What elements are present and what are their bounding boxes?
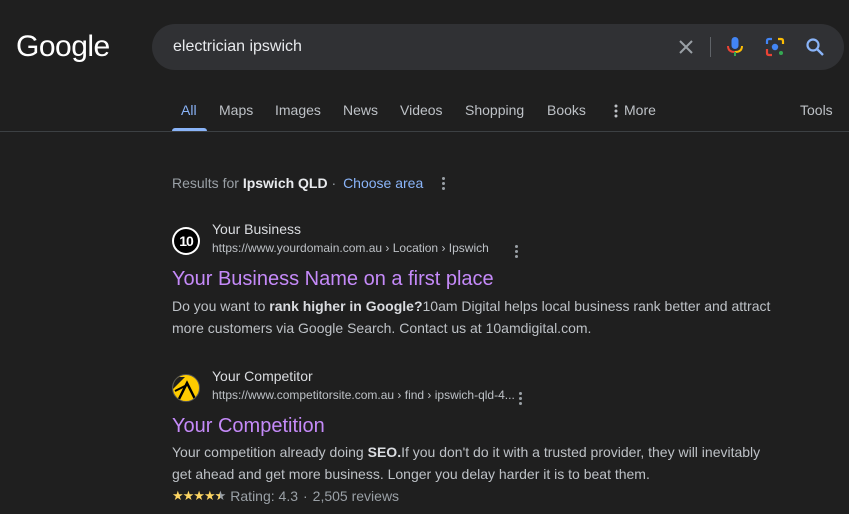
active-tab-indicator: [172, 128, 207, 131]
snippet-text: Do you want to: [172, 298, 270, 314]
result-title-link[interactable]: Your Competition: [172, 415, 325, 438]
tab-videos[interactable]: Videos: [400, 102, 443, 118]
snippet-text: Your competition already doing: [172, 444, 368, 460]
results-for-prefix: Results for: [172, 175, 239, 191]
search-input[interactable]: [173, 24, 653, 70]
search-divider: [710, 37, 711, 57]
microphone-icon[interactable]: [723, 35, 747, 59]
location-name: Ipswich QLD: [242, 175, 328, 191]
favicon-text: 10: [174, 229, 198, 253]
location-options-icon[interactable]: [440, 175, 448, 191]
tab-more-label: More: [624, 102, 656, 118]
snippet-bold: SEO.: [367, 444, 402, 460]
tab-books[interactable]: Books: [547, 102, 586, 118]
tab-shopping[interactable]: Shopping: [465, 102, 524, 118]
search-bar: [152, 24, 844, 70]
favicon-10am-icon: 10: [172, 227, 200, 255]
tab-maps[interactable]: Maps: [219, 102, 253, 118]
site-name[interactable]: Your Business: [212, 221, 301, 237]
snippet-bold: rank higher in Google?: [269, 298, 423, 314]
tab-all[interactable]: All: [181, 102, 197, 118]
location-separator: ·: [331, 175, 337, 191]
tab-news[interactable]: News: [343, 102, 378, 118]
tab-images[interactable]: Images: [275, 102, 321, 118]
rating-text: Rating: 4.3: [230, 488, 298, 504]
result-title-link[interactable]: Your Business Name on a first place: [172, 268, 494, 291]
location-bar: Results for Ipswich QLD · Choose area: [172, 175, 423, 191]
site-name[interactable]: Your Competitor: [212, 368, 313, 384]
result-snippet: Do you want to rank higher in Google?10a…: [172, 295, 782, 339]
google-logo[interactable]: Google: [16, 30, 110, 64]
star-rating-icon: ★★★★★: [172, 488, 226, 504]
site-url[interactable]: https://www.competitorsite.com.au › find…: [212, 388, 515, 402]
more-vert-icon: [614, 104, 618, 118]
site-url[interactable]: https://www.yourdomain.com.au › Location…: [212, 241, 489, 255]
rating-row: ★★★★★ Rating: 4.3 · 2,505 reviews: [172, 488, 399, 504]
favicon-competitor-icon: [172, 374, 200, 402]
close-icon[interactable]: [674, 35, 698, 59]
search-icon[interactable]: [803, 35, 827, 59]
result-options-icon[interactable]: [517, 390, 525, 406]
result-snippet: Your competition already doing SEO.If yo…: [172, 441, 782, 485]
tab-more[interactable]: More: [614, 102, 656, 118]
choose-area-link[interactable]: Choose area: [343, 175, 423, 191]
rating-separator: ·: [303, 488, 308, 504]
tools-button[interactable]: Tools: [800, 102, 833, 118]
review-count: 2,505 reviews: [312, 488, 400, 504]
result-options-icon[interactable]: [513, 243, 521, 259]
camera-lens-icon[interactable]: [763, 35, 787, 59]
search-tabs: All Maps Images News Videos Shopping Boo…: [0, 90, 849, 132]
